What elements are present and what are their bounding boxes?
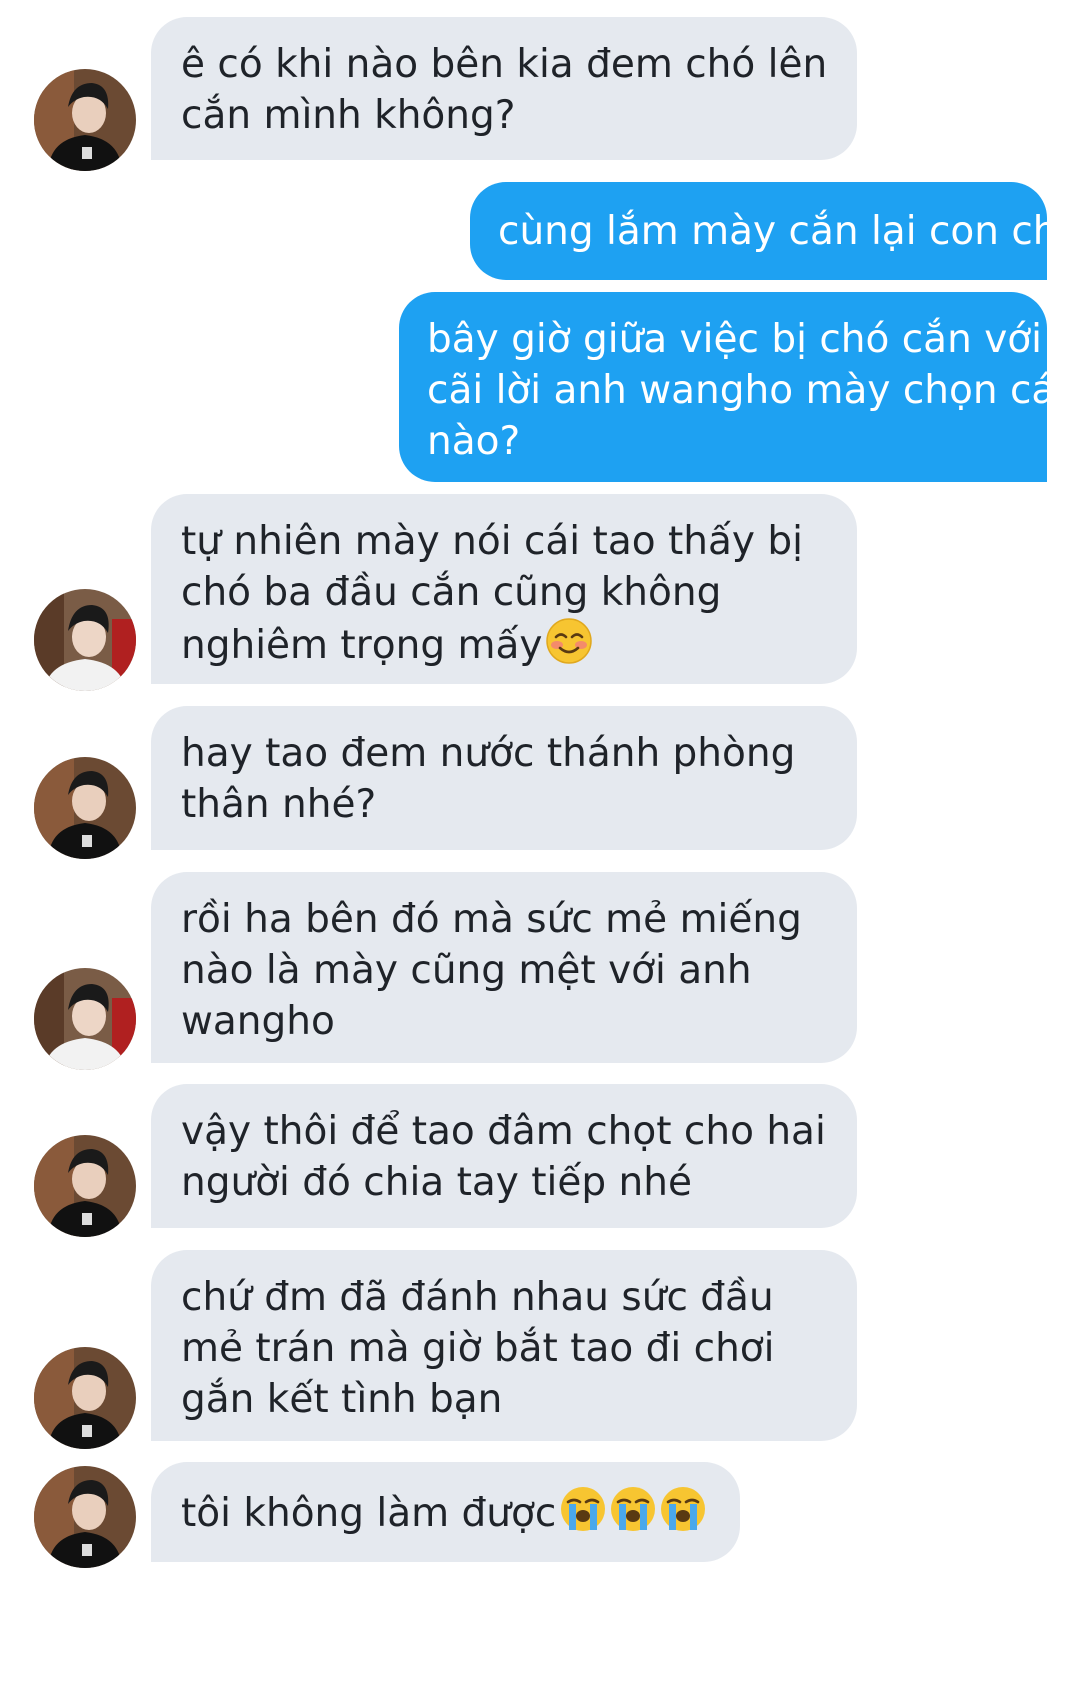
message-bubble-incoming[interactable]: ê có khi nào bên kia đem chó lên cắn mìn…	[151, 17, 857, 160]
message-text-line: tôi không làm được	[181, 1486, 712, 1539]
message-text-line: cùng lắm mày cắn lại con chó	[498, 209, 1080, 254]
message-text-line: vậy thôi để tao đâm chọt cho hai	[181, 1109, 826, 1154]
message-text-line: wangho	[181, 999, 335, 1044]
message-bubble-incoming[interactable]: vậy thôi để tao đâm chọt cho hai người đ…	[151, 1084, 857, 1228]
message-text-line: nào là mày cũng mệt với anh	[181, 948, 752, 993]
loudly-crying-emoji	[610, 1486, 656, 1532]
message-text-line: thân nhé?	[181, 782, 377, 827]
loudly-crying-emoji	[560, 1486, 606, 1532]
message-bubble-incoming[interactable]: tôi không làm được	[151, 1462, 740, 1562]
message-text-line: rồi ha bên đó mà sức mẻ miếng	[181, 897, 802, 942]
message-text-line: cãi lời anh wangho mày chọn cái	[427, 368, 1067, 413]
message-bubble-outgoing[interactable]: bây giờ giữa việc bị chó cắn với cãi lời…	[399, 292, 1067, 482]
message-text-line: bây giờ giữa việc bị chó cắn với	[427, 317, 1042, 362]
avatar[interactable]	[34, 968, 136, 1070]
avatar[interactable]	[34, 589, 136, 691]
message-text-line: tự nhiên mày nói cái tao thấy bị	[181, 519, 803, 564]
message-text-line: nào?	[427, 419, 521, 464]
message-text-line: cắn mình không?	[181, 93, 516, 138]
smiling-blush-emoji	[546, 618, 593, 664]
avatar[interactable]	[34, 69, 136, 171]
message-text-line: nghiêm trọng mấy	[181, 618, 829, 671]
message-text-line: gắn kết tình bạn	[181, 1377, 503, 1422]
avatar[interactable]	[34, 1347, 136, 1449]
message-bubble-incoming[interactable]: rồi ha bên đó mà sức mẻ miếng nào là mày…	[151, 872, 857, 1063]
message-text-line: người đó chia tay tiếp nhé	[181, 1160, 692, 1205]
message-bubble-incoming[interactable]: chứ đm đã đánh nhau sức đầu mẻ trán mà g…	[151, 1250, 857, 1441]
avatar[interactable]	[34, 1466, 136, 1568]
message-bubble-outgoing[interactable]: cùng lắm mày cắn lại con chó	[470, 182, 1080, 280]
message-text-line: hay tao đem nước thánh phòng	[181, 731, 796, 776]
message-bubble-incoming[interactable]: tự nhiên mày nói cái tao thấy bị chó ba …	[151, 494, 857, 684]
message-text-line: chứ đm đã đánh nhau sức đầu	[181, 1275, 774, 1320]
message-text-line: ê có khi nào bên kia đem chó lên	[181, 42, 828, 87]
message-bubble-incoming[interactable]: hay tao đem nước thánh phòng thân nhé?	[151, 706, 857, 850]
loudly-crying-emoji	[660, 1486, 706, 1532]
avatar[interactable]	[34, 757, 136, 859]
message-text-line: mẻ trán mà giờ bắt tao đi chơi	[181, 1326, 775, 1371]
message-text-line: chó ba đầu cắn cũng không	[181, 570, 722, 615]
avatar[interactable]	[34, 1135, 136, 1237]
